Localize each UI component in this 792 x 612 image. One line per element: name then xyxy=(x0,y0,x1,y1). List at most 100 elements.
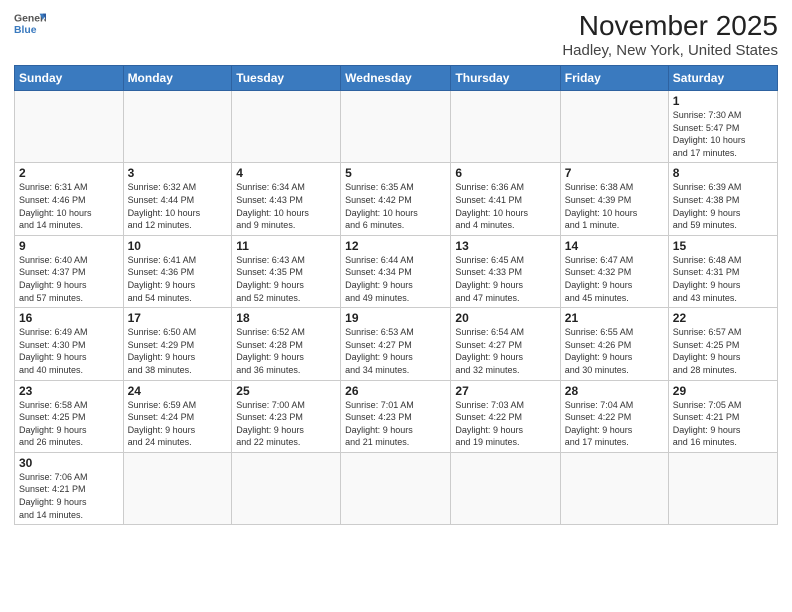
day-info: Sunrise: 7:04 AM Sunset: 4:22 PM Dayligh… xyxy=(565,399,664,449)
day-info: Sunrise: 7:01 AM Sunset: 4:23 PM Dayligh… xyxy=(345,399,446,449)
logo: General Blue xyxy=(14,10,46,38)
day-number: 6 xyxy=(455,166,555,180)
calendar-cell xyxy=(123,452,232,524)
calendar-cell: 16Sunrise: 6:49 AM Sunset: 4:30 PM Dayli… xyxy=(15,308,124,380)
calendar-cell xyxy=(123,91,232,163)
day-info: Sunrise: 6:38 AM Sunset: 4:39 PM Dayligh… xyxy=(565,181,664,231)
day-info: Sunrise: 6:52 AM Sunset: 4:28 PM Dayligh… xyxy=(236,326,336,376)
day-info: Sunrise: 6:40 AM Sunset: 4:37 PM Dayligh… xyxy=(19,254,119,304)
calendar-week-row: 30Sunrise: 7:06 AM Sunset: 4:21 PM Dayli… xyxy=(15,452,778,524)
calendar-cell: 26Sunrise: 7:01 AM Sunset: 4:23 PM Dayli… xyxy=(341,380,451,452)
calendar-cell: 6Sunrise: 6:36 AM Sunset: 4:41 PM Daylig… xyxy=(451,163,560,235)
calendar-cell: 3Sunrise: 6:32 AM Sunset: 4:44 PM Daylig… xyxy=(123,163,232,235)
day-number: 27 xyxy=(455,384,555,398)
day-info: Sunrise: 7:00 AM Sunset: 4:23 PM Dayligh… xyxy=(236,399,336,449)
weekday-header-sunday: Sunday xyxy=(15,66,124,91)
day-number: 20 xyxy=(455,311,555,325)
title-block: November 2025 Hadley, New York, United S… xyxy=(562,10,778,59)
calendar-cell: 9Sunrise: 6:40 AM Sunset: 4:37 PM Daylig… xyxy=(15,235,124,307)
calendar-cell: 27Sunrise: 7:03 AM Sunset: 4:22 PM Dayli… xyxy=(451,380,560,452)
calendar-cell: 2Sunrise: 6:31 AM Sunset: 4:46 PM Daylig… xyxy=(15,163,124,235)
calendar-cell: 12Sunrise: 6:44 AM Sunset: 4:34 PM Dayli… xyxy=(341,235,451,307)
calendar-cell: 18Sunrise: 6:52 AM Sunset: 4:28 PM Dayli… xyxy=(232,308,341,380)
day-number: 23 xyxy=(19,384,119,398)
weekday-header-monday: Monday xyxy=(123,66,232,91)
day-number: 29 xyxy=(673,384,773,398)
calendar-cell xyxy=(451,452,560,524)
day-number: 5 xyxy=(345,166,446,180)
calendar-cell: 29Sunrise: 7:05 AM Sunset: 4:21 PM Dayli… xyxy=(668,380,777,452)
page-title: November 2025 xyxy=(562,10,778,42)
day-number: 18 xyxy=(236,311,336,325)
day-number: 14 xyxy=(565,239,664,253)
weekday-header-row: SundayMondayTuesdayWednesdayThursdayFrid… xyxy=(15,66,778,91)
calendar-cell: 19Sunrise: 6:53 AM Sunset: 4:27 PM Dayli… xyxy=(341,308,451,380)
calendar-cell xyxy=(560,452,668,524)
day-info: Sunrise: 6:45 AM Sunset: 4:33 PM Dayligh… xyxy=(455,254,555,304)
day-info: Sunrise: 6:47 AM Sunset: 4:32 PM Dayligh… xyxy=(565,254,664,304)
calendar-cell: 17Sunrise: 6:50 AM Sunset: 4:29 PM Dayli… xyxy=(123,308,232,380)
day-info: Sunrise: 6:48 AM Sunset: 4:31 PM Dayligh… xyxy=(673,254,773,304)
svg-text:Blue: Blue xyxy=(14,25,37,36)
day-info: Sunrise: 6:58 AM Sunset: 4:25 PM Dayligh… xyxy=(19,399,119,449)
day-info: Sunrise: 6:43 AM Sunset: 4:35 PM Dayligh… xyxy=(236,254,336,304)
calendar-week-row: 2Sunrise: 6:31 AM Sunset: 4:46 PM Daylig… xyxy=(15,163,778,235)
calendar-cell: 20Sunrise: 6:54 AM Sunset: 4:27 PM Dayli… xyxy=(451,308,560,380)
page-subtitle: Hadley, New York, United States xyxy=(562,42,778,59)
day-info: Sunrise: 6:31 AM Sunset: 4:46 PM Dayligh… xyxy=(19,181,119,231)
day-number: 21 xyxy=(565,311,664,325)
day-info: Sunrise: 6:53 AM Sunset: 4:27 PM Dayligh… xyxy=(345,326,446,376)
calendar-cell xyxy=(668,452,777,524)
calendar-week-row: 16Sunrise: 6:49 AM Sunset: 4:30 PM Dayli… xyxy=(15,308,778,380)
calendar-cell: 22Sunrise: 6:57 AM Sunset: 4:25 PM Dayli… xyxy=(668,308,777,380)
calendar-cell xyxy=(15,91,124,163)
day-number: 9 xyxy=(19,239,119,253)
calendar-cell: 4Sunrise: 6:34 AM Sunset: 4:43 PM Daylig… xyxy=(232,163,341,235)
day-number: 22 xyxy=(673,311,773,325)
calendar-week-row: 9Sunrise: 6:40 AM Sunset: 4:37 PM Daylig… xyxy=(15,235,778,307)
day-info: Sunrise: 6:39 AM Sunset: 4:38 PM Dayligh… xyxy=(673,181,773,231)
calendar-cell: 10Sunrise: 6:41 AM Sunset: 4:36 PM Dayli… xyxy=(123,235,232,307)
weekday-header-tuesday: Tuesday xyxy=(232,66,341,91)
day-number: 7 xyxy=(565,166,664,180)
day-number: 8 xyxy=(673,166,773,180)
day-info: Sunrise: 6:55 AM Sunset: 4:26 PM Dayligh… xyxy=(565,326,664,376)
day-info: Sunrise: 6:35 AM Sunset: 4:42 PM Dayligh… xyxy=(345,181,446,231)
calendar-cell xyxy=(451,91,560,163)
calendar-cell xyxy=(341,91,451,163)
calendar-cell: 21Sunrise: 6:55 AM Sunset: 4:26 PM Dayli… xyxy=(560,308,668,380)
page-header: General Blue November 2025 Hadley, New Y… xyxy=(14,10,778,59)
day-number: 4 xyxy=(236,166,336,180)
weekday-header-wednesday: Wednesday xyxy=(341,66,451,91)
day-info: Sunrise: 7:06 AM Sunset: 4:21 PM Dayligh… xyxy=(19,471,119,521)
day-number: 13 xyxy=(455,239,555,253)
day-info: Sunrise: 6:49 AM Sunset: 4:30 PM Dayligh… xyxy=(19,326,119,376)
calendar-cell: 11Sunrise: 6:43 AM Sunset: 4:35 PM Dayli… xyxy=(232,235,341,307)
day-number: 25 xyxy=(236,384,336,398)
day-info: Sunrise: 6:36 AM Sunset: 4:41 PM Dayligh… xyxy=(455,181,555,231)
calendar-cell: 25Sunrise: 7:00 AM Sunset: 4:23 PM Dayli… xyxy=(232,380,341,452)
day-info: Sunrise: 6:57 AM Sunset: 4:25 PM Dayligh… xyxy=(673,326,773,376)
calendar-cell: 7Sunrise: 6:38 AM Sunset: 4:39 PM Daylig… xyxy=(560,163,668,235)
day-info: Sunrise: 6:32 AM Sunset: 4:44 PM Dayligh… xyxy=(128,181,228,231)
calendar-cell xyxy=(232,91,341,163)
calendar-cell: 5Sunrise: 6:35 AM Sunset: 4:42 PM Daylig… xyxy=(341,163,451,235)
weekday-header-thursday: Thursday xyxy=(451,66,560,91)
day-info: Sunrise: 6:41 AM Sunset: 4:36 PM Dayligh… xyxy=(128,254,228,304)
day-info: Sunrise: 7:03 AM Sunset: 4:22 PM Dayligh… xyxy=(455,399,555,449)
day-info: Sunrise: 6:44 AM Sunset: 4:34 PM Dayligh… xyxy=(345,254,446,304)
calendar-cell: 15Sunrise: 6:48 AM Sunset: 4:31 PM Dayli… xyxy=(668,235,777,307)
day-number: 12 xyxy=(345,239,446,253)
day-number: 2 xyxy=(19,166,119,180)
calendar-week-row: 23Sunrise: 6:58 AM Sunset: 4:25 PM Dayli… xyxy=(15,380,778,452)
weekday-header-friday: Friday xyxy=(560,66,668,91)
day-number: 1 xyxy=(673,94,773,108)
calendar-cell: 23Sunrise: 6:58 AM Sunset: 4:25 PM Dayli… xyxy=(15,380,124,452)
calendar-cell: 13Sunrise: 6:45 AM Sunset: 4:33 PM Dayli… xyxy=(451,235,560,307)
day-number: 24 xyxy=(128,384,228,398)
day-number: 10 xyxy=(128,239,228,253)
day-number: 17 xyxy=(128,311,228,325)
day-number: 11 xyxy=(236,239,336,253)
calendar-cell xyxy=(232,452,341,524)
day-info: Sunrise: 6:59 AM Sunset: 4:24 PM Dayligh… xyxy=(128,399,228,449)
